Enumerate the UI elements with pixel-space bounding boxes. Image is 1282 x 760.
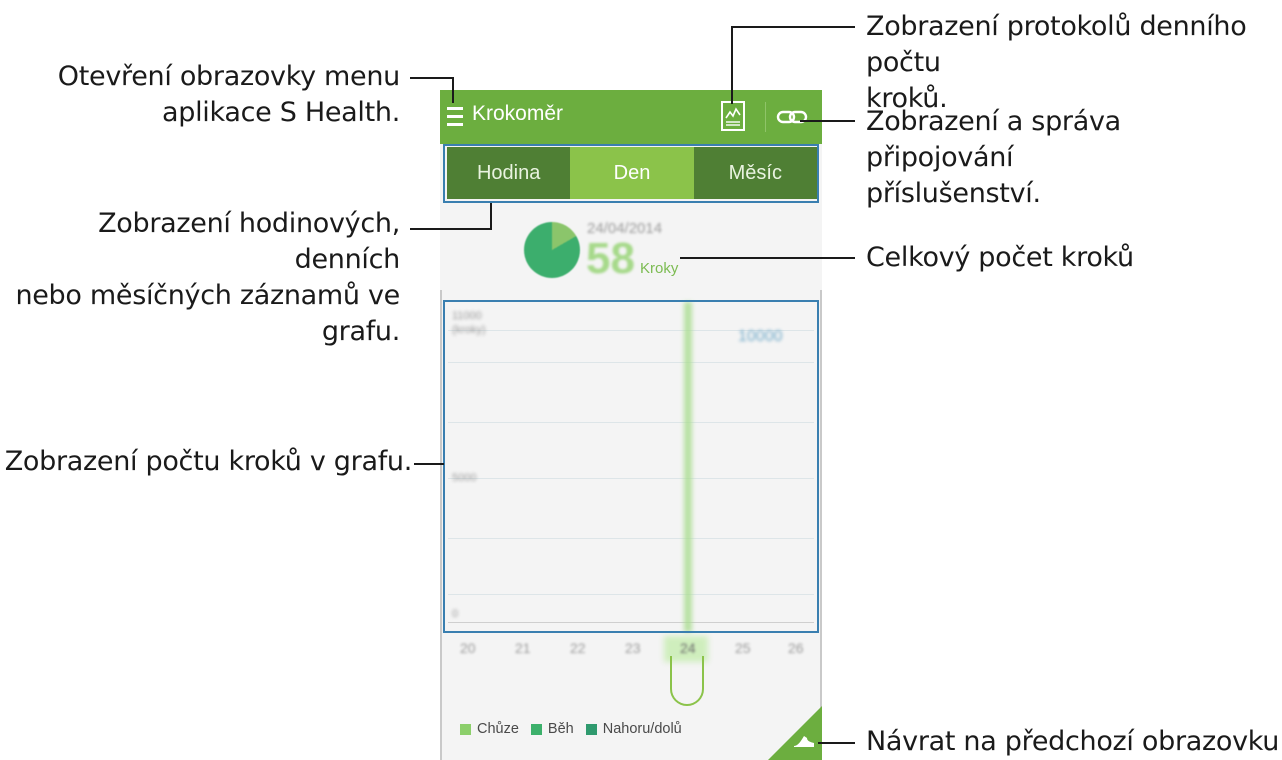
legend-label-updown: Nahoru/dolů xyxy=(602,721,682,737)
steps-unit: Kroky xyxy=(640,260,679,277)
callout-graph: Zobrazení počtu kroků v grafu. xyxy=(4,446,413,477)
leader-line xyxy=(680,257,855,259)
leader-line xyxy=(731,26,733,104)
legend-swatch-walk xyxy=(460,723,471,735)
callout-total: Celkový počet kroků xyxy=(866,242,1134,273)
app-title: Krokoměr xyxy=(472,102,564,125)
leader-line xyxy=(410,228,492,230)
shoe-icon[interactable] xyxy=(792,732,816,750)
legend-swatch-run xyxy=(530,723,542,735)
tabs-highlight-frame xyxy=(443,144,819,203)
leader-line xyxy=(731,26,855,28)
leader-line xyxy=(452,77,454,103)
x-axis-label: 22 xyxy=(570,640,586,656)
x-axis-label: 23 xyxy=(625,640,641,656)
scroll-handle[interactable] xyxy=(670,656,704,706)
hamburger-menu-icon[interactable] xyxy=(447,107,463,127)
toolbar-divider xyxy=(765,102,766,132)
link-icon[interactable] xyxy=(776,107,808,127)
daily-log-icon[interactable] xyxy=(721,101,745,131)
legend-swatch-updown xyxy=(585,723,597,735)
activity-pie-chart xyxy=(524,222,580,278)
total-steps-value: 58 xyxy=(586,234,635,283)
x-axis-label: 20 xyxy=(460,640,476,656)
legend-label-walk: Chůze xyxy=(477,721,519,737)
x-axis: 20 21 22 23 24 25 26 xyxy=(440,640,822,660)
app-bar: Krokoměr xyxy=(440,90,822,144)
x-axis-label-selected: 24 xyxy=(680,640,696,656)
leader-line xyxy=(490,203,492,230)
x-axis-label: 26 xyxy=(788,640,804,656)
callout-tabs: Zobrazení hodinových, denních nebo měsíč… xyxy=(15,208,400,347)
callout-accessory: Zobrazení a správa připojování příslušen… xyxy=(866,106,1121,209)
leader-line xyxy=(818,742,855,744)
callout-log: Zobrazení protokolů denního počtu kroků. xyxy=(866,11,1247,114)
legend: Chůze Běh Nahoru/dolů xyxy=(460,721,682,737)
leader-line xyxy=(410,77,454,79)
x-axis-label: 25 xyxy=(735,640,751,656)
leader-line xyxy=(414,463,444,465)
legend-label-run: Běh xyxy=(547,721,574,737)
x-axis-label: 21 xyxy=(515,640,531,656)
leader-line xyxy=(800,120,855,122)
callout-menu: Otevření obrazovky menu aplikace S Healt… xyxy=(57,61,401,128)
graph-highlight-frame xyxy=(443,300,819,633)
callout-back: Návrat na předchozí obrazovku. xyxy=(866,726,1282,757)
